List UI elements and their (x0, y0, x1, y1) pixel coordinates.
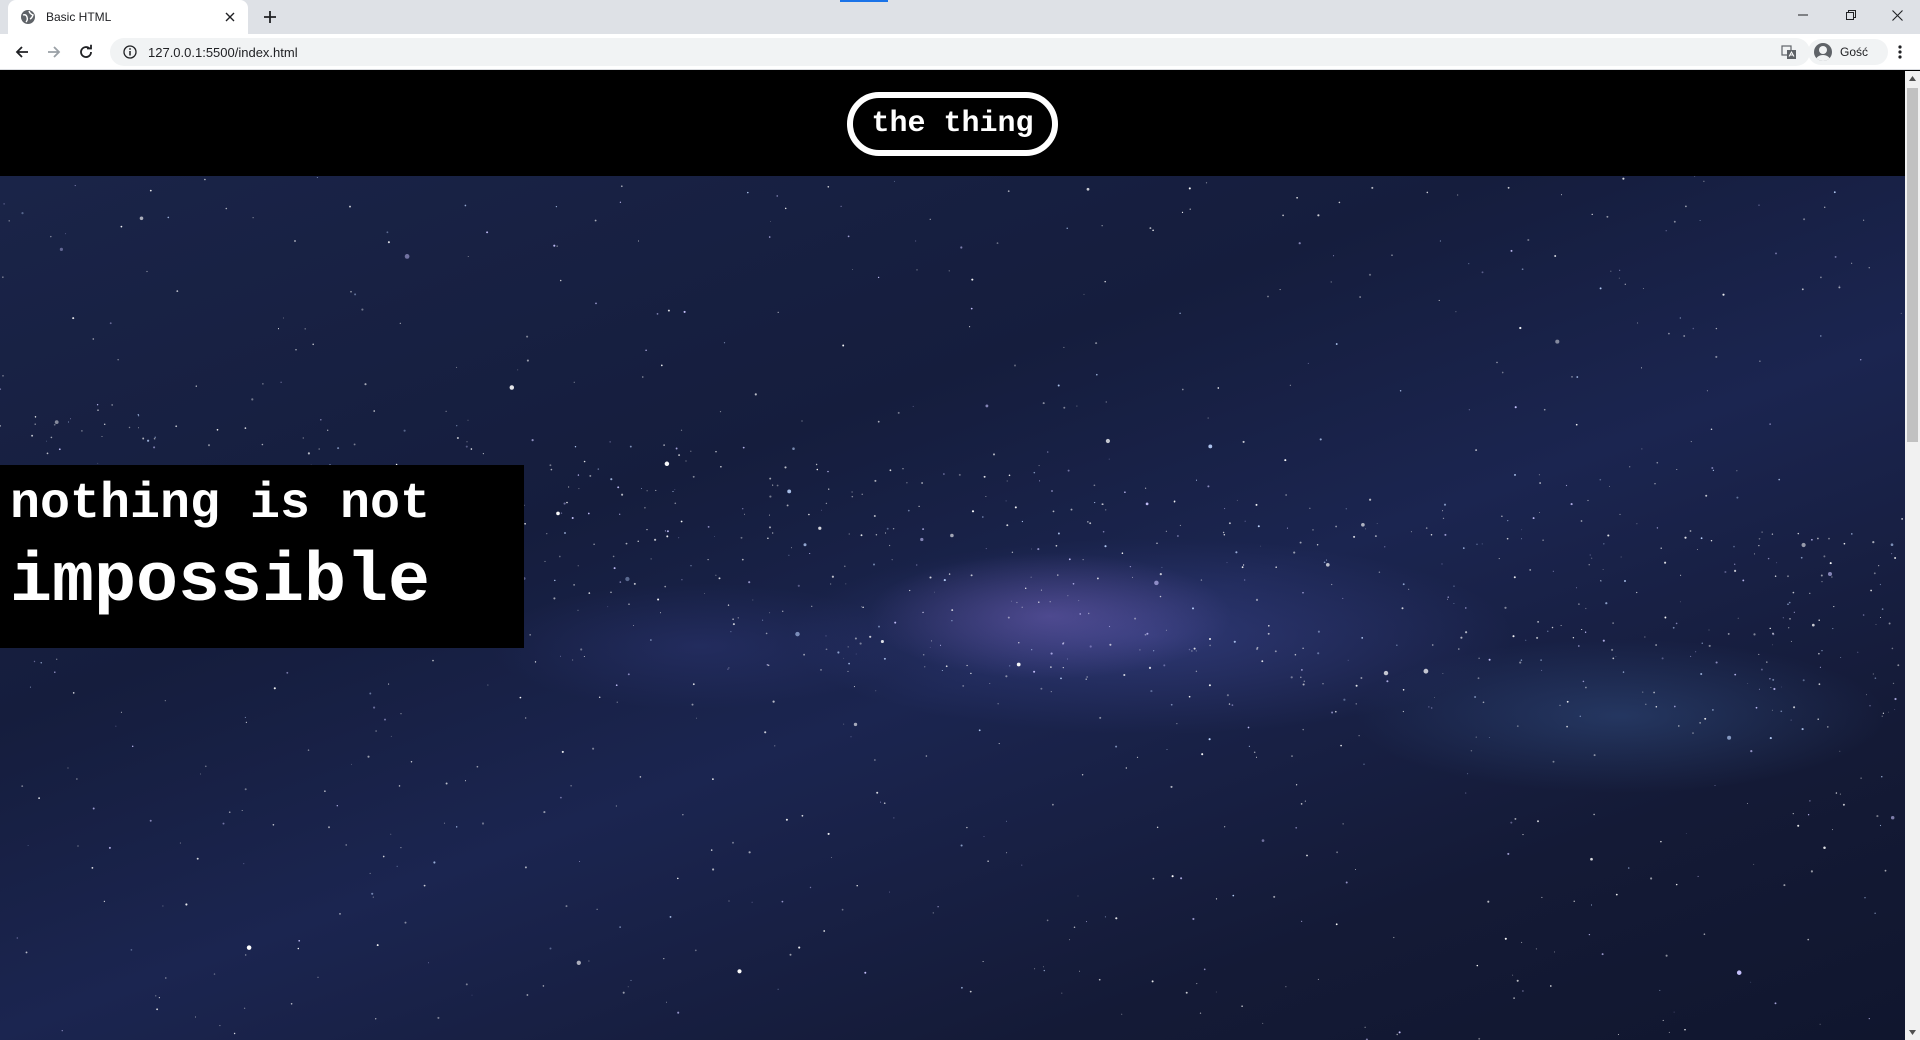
browser-tab-active[interactable]: Basic HTML (8, 0, 248, 34)
back-button[interactable] (8, 38, 36, 66)
browser-tabstrip: Basic HTML (0, 0, 1920, 34)
address-bar[interactable]: 127.0.0.1:5500/index.html (110, 38, 1810, 66)
site-info-icon[interactable] (122, 44, 138, 60)
translate-icon[interactable] (1780, 43, 1798, 61)
browser-toolbar: 127.0.0.1:5500/index.html Gość (0, 34, 1920, 70)
tagline-line-1: nothing is not (10, 476, 431, 533)
close-window-button[interactable] (1874, 0, 1920, 30)
site-header: the thing (0, 71, 1905, 176)
avatar-icon (1814, 43, 1832, 61)
scroll-down-arrow-icon[interactable] (1905, 1025, 1920, 1040)
tab-loading-indicator (840, 0, 888, 2)
new-tab-button[interactable] (258, 5, 282, 29)
tagline-line-2: impossible (10, 543, 431, 622)
minimize-button[interactable] (1780, 0, 1826, 30)
url-text[interactable]: 127.0.0.1:5500/index.html (148, 45, 1780, 60)
scroll-up-arrow-icon[interactable] (1905, 71, 1920, 86)
restore-button[interactable] (1828, 0, 1874, 30)
page-scrollbar[interactable] (1905, 71, 1920, 1040)
tab-title: Basic HTML (46, 10, 112, 24)
reload-button[interactable] (72, 38, 100, 66)
page-viewport: the thing nothing is not impossible (0, 71, 1905, 1040)
scrollbar-thumb[interactable] (1907, 88, 1918, 442)
forward-button[interactable] (40, 38, 68, 66)
globe-icon (20, 9, 36, 25)
site-logo[interactable]: the thing (847, 91, 1058, 156)
profile-name: Gość (1840, 45, 1869, 59)
tab-close-icon[interactable] (222, 9, 238, 25)
profile-button[interactable]: Gość (1808, 39, 1888, 65)
browser-menu-button[interactable] (1888, 40, 1912, 64)
tagline-box: nothing is not impossible (0, 465, 524, 648)
